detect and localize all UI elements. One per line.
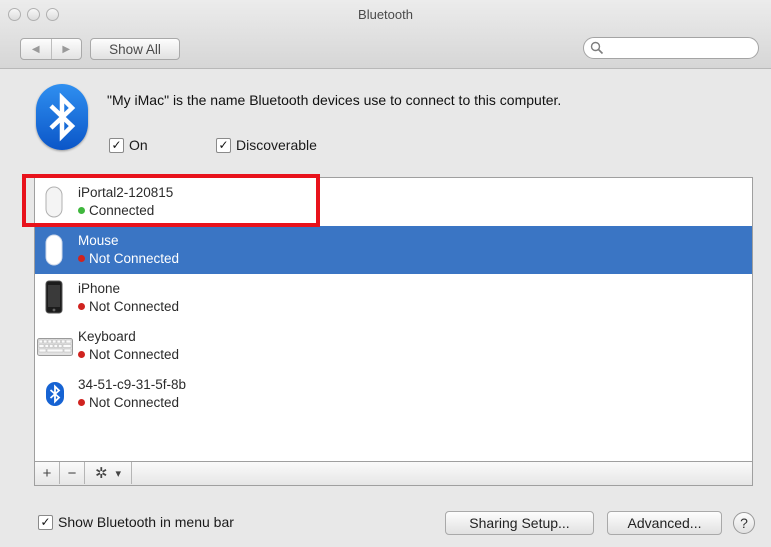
device-row-mouse[interactable]: Mouse Not Connected — [35, 226, 752, 274]
device-row-keyboard[interactable]: Keyboard Not Connected — [35, 322, 752, 370]
device-list: iPortal2-120815 Connected Mouse Not Conn… — [34, 177, 753, 462]
mouse-icon — [45, 186, 63, 218]
show-in-menu-bar-checkbox[interactable]: ✓ — [38, 514, 53, 530]
bluetooth-name-description: "My iMac" is the name Bluetooth devices … — [107, 92, 562, 108]
back-forward-control: ◀ ▶ — [20, 38, 82, 60]
on-checkbox-row[interactable]: ✓ On — [109, 137, 148, 153]
device-status: Not Connected — [78, 347, 179, 362]
back-arrow-icon: ◀ — [31, 43, 40, 55]
device-status-text: Not Connected — [89, 395, 180, 410]
show-all-button[interactable]: Show All — [90, 38, 180, 60]
search-field — [583, 37, 759, 59]
connected-status-dot-icon — [78, 207, 85, 214]
device-row-34-51-c9-31-5f-8b[interactable]: 34-51-c9-31-5f-8b Not Connected — [35, 370, 752, 418]
bluetooth-logo-icon — [36, 84, 88, 150]
not-connected-status-dot-icon — [78, 399, 85, 406]
not-connected-status-dot-icon — [78, 303, 85, 310]
advanced-button[interactable]: Advanced... — [607, 511, 722, 535]
keyboard-icon — [37, 338, 73, 356]
device-name: Mouse — [78, 233, 119, 248]
on-label: On — [129, 137, 148, 153]
device-name: 34-51-c9-31-5f-8b — [78, 377, 187, 392]
help-button[interactable]: ? — [733, 512, 755, 534]
device-status-text: Connected — [89, 203, 155, 218]
window-title: Bluetooth — [358, 7, 413, 22]
sharing-setup-button[interactable]: Sharing Setup... — [445, 511, 594, 535]
bluetooth-preferences-window: Bluetooth ◀ ▶ Show All "My iMac" is the … — [0, 0, 771, 547]
device-row-iportal2[interactable]: iPortal2-120815 Connected — [35, 178, 752, 226]
chevron-down-icon: ▾ — [115, 467, 122, 480]
not-connected-status-dot-icon — [78, 255, 85, 262]
gear-icon: ✲ — [94, 465, 108, 482]
discoverable-checkbox[interactable]: ✓ — [216, 137, 231, 153]
remove-device-button[interactable]: − — [60, 462, 85, 484]
device-name: iPhone — [78, 281, 121, 296]
device-status-text: Not Connected — [89, 251, 180, 266]
iphone-icon — [45, 280, 63, 314]
bluetooth-icon — [46, 382, 64, 406]
device-name: iPortal2-120815 — [78, 185, 174, 200]
forward-button[interactable]: ▶ — [50, 39, 82, 59]
discoverable-checkbox-row[interactable]: ✓ Discoverable — [216, 137, 317, 153]
mouse-icon — [45, 234, 63, 266]
device-status-text: Not Connected — [89, 347, 180, 362]
device-status-text: Not Connected — [89, 299, 180, 314]
back-button[interactable]: ◀ — [21, 39, 51, 59]
on-checkbox[interactable]: ✓ — [109, 137, 124, 153]
discoverable-label: Discoverable — [236, 137, 317, 153]
show-in-menu-bar-row[interactable]: ✓ Show Bluetooth in menu bar — [38, 514, 234, 530]
show-in-menu-bar-label: Show Bluetooth in menu bar — [58, 514, 234, 530]
not-connected-status-dot-icon — [78, 351, 85, 358]
search-input[interactable] — [606, 40, 755, 58]
title-bar: Bluetooth ◀ ▶ Show All — [0, 0, 771, 69]
search-icon — [590, 41, 604, 55]
device-status: Not Connected — [78, 299, 179, 314]
action-menu-button[interactable]: ✲ ▾ — [85, 462, 132, 484]
device-row-iphone[interactable]: iPhone Not Connected — [35, 274, 752, 322]
device-name: Keyboard — [78, 329, 136, 344]
forward-arrow-icon: ▶ — [62, 43, 71, 55]
device-status: Not Connected — [78, 395, 179, 410]
add-device-button[interactable]: + — [35, 462, 60, 484]
device-status: Not Connected — [78, 251, 179, 266]
device-list-toolbar: + − ✲ ▾ — [34, 462, 753, 486]
device-status: Connected — [78, 203, 154, 218]
